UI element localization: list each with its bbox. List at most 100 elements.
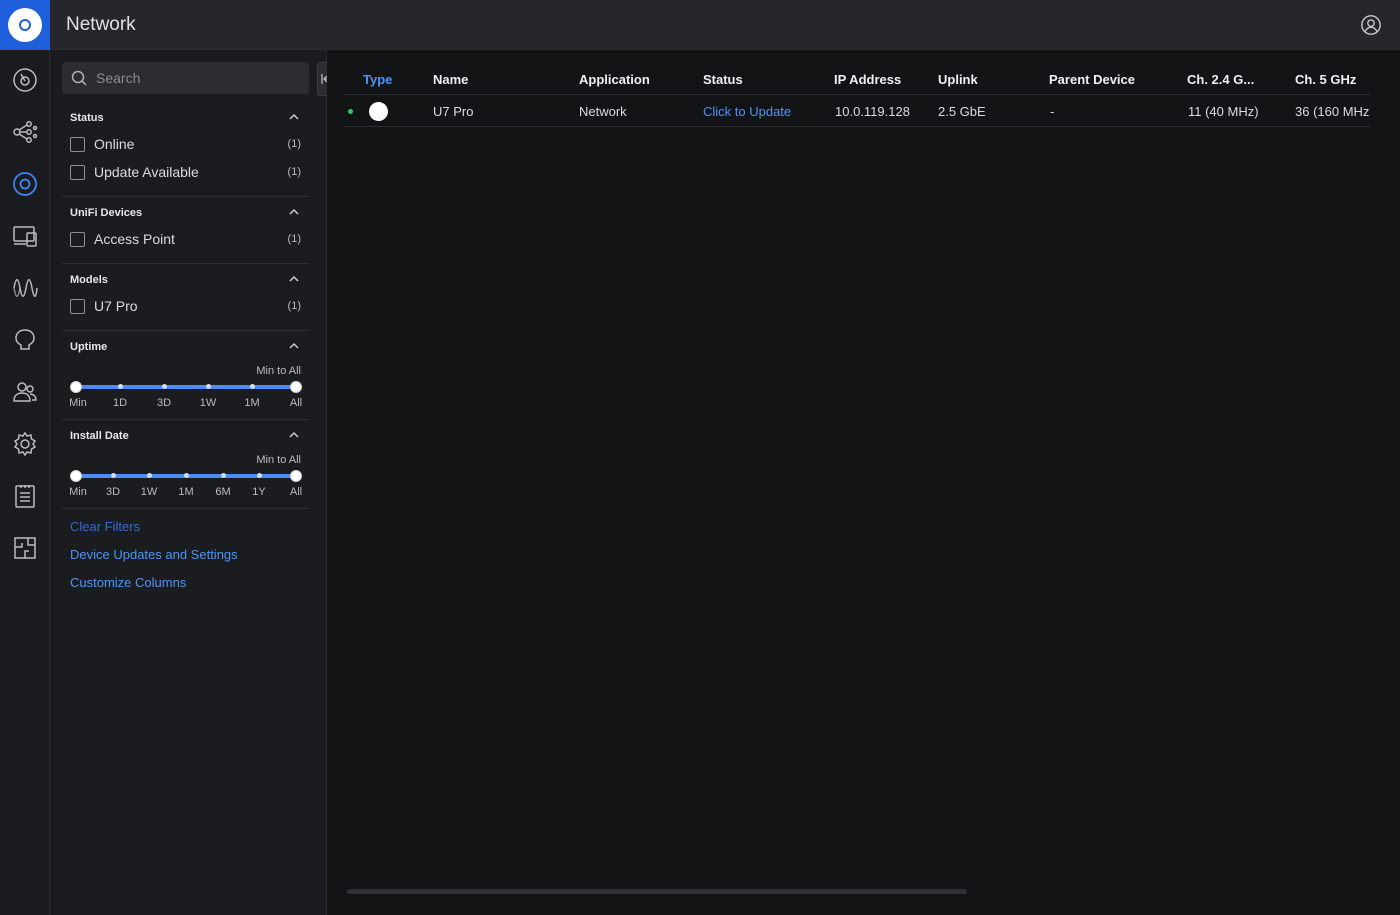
column-header-ip-address[interactable]: IP Address — [834, 72, 901, 87]
slider-min-handle[interactable] — [70, 470, 82, 482]
rail-item-settings[interactable] — [0, 424, 50, 464]
filter-option-u7-pro[interactable]: U7 Pro (1) — [70, 297, 301, 317]
click-to-update-link[interactable]: Click to Update — [703, 104, 791, 119]
unifi-logo-icon[interactable] — [0, 0, 50, 50]
divider — [62, 263, 309, 264]
tick-label: 1Y — [252, 486, 266, 498]
checkbox[interactable] — [70, 299, 85, 314]
column-header-parent-device[interactable]: Parent Device — [1049, 72, 1135, 87]
rail-item-topology[interactable] — [0, 112, 50, 152]
dashboard-icon — [13, 68, 37, 92]
table-header: Type Name Application Status IP Address … — [343, 64, 1370, 95]
tick-label: 1M — [178, 486, 194, 498]
range-note: Min to All — [256, 454, 301, 466]
cell-name: U7 Pro — [433, 104, 474, 119]
search-input[interactable] — [94, 62, 304, 94]
slider-step — [221, 473, 226, 478]
chevron-up-icon[interactable] — [287, 110, 301, 124]
admins-users-icon — [13, 382, 37, 402]
rail-item-floorplan[interactable] — [0, 528, 50, 568]
cell-ip-address: 10.0.119.128 — [835, 104, 910, 119]
logs-icon — [15, 485, 35, 508]
search-box — [62, 62, 309, 94]
cell-parent-device: - — [1050, 104, 1055, 119]
rail-item-unifi-devices[interactable] — [0, 164, 50, 204]
access-point-icon — [369, 102, 388, 121]
checkbox[interactable] — [70, 137, 85, 152]
rail-item-dashboard[interactable] — [0, 60, 50, 100]
slider-min-handle[interactable] — [70, 381, 82, 393]
customize-columns-link[interactable]: Customize Columns — [70, 575, 186, 590]
rail-item-insights[interactable] — [0, 268, 50, 308]
column-header-channel-2-4[interactable]: Ch. 2.4 G... — [1187, 72, 1254, 87]
unifi-devices-icon — [13, 172, 37, 196]
slider-step — [162, 384, 167, 389]
device-updates-settings-link[interactable]: Device Updates and Settings — [70, 547, 238, 562]
devices-table-area: Type Name Application Status IP Address … — [327, 50, 1400, 915]
tick-label: 1M — [244, 397, 260, 409]
slider-max-handle[interactable] — [290, 381, 302, 393]
slider-track — [76, 385, 296, 389]
divider — [62, 419, 309, 420]
floorplan-icon — [14, 537, 36, 559]
slider-step — [206, 384, 211, 389]
insights-icon — [13, 279, 38, 297]
app-title: Network — [66, 14, 136, 35]
slider-ticks: Min 1D 3D 1W 1M All — [69, 397, 303, 411]
rail-item-admins-users[interactable] — [0, 372, 50, 412]
tick-label: Min — [69, 397, 87, 409]
rail-item-radio-manager[interactable] — [0, 320, 50, 360]
filter-option-update-available[interactable]: Update Available (1) — [70, 163, 301, 183]
install-date-slider[interactable] — [70, 470, 302, 482]
tick-label: All — [289, 486, 303, 498]
slider-step — [147, 473, 152, 478]
filter-panel: Status Online (1) Update Available (1) U… — [50, 50, 337, 915]
cell-application: Network — [579, 104, 627, 119]
user-account-icon[interactable] — [1360, 14, 1382, 36]
option-label: U7 Pro — [94, 298, 138, 314]
chevron-up-icon[interactable] — [287, 339, 301, 353]
tick-label: 1W — [140, 486, 158, 498]
topology-icon — [13, 121, 38, 143]
tick-label: Min — [69, 486, 87, 498]
section-title: Status — [70, 112, 104, 124]
filter-option-access-point[interactable]: Access Point (1) — [70, 230, 301, 250]
tick-label: 3D — [105, 486, 121, 498]
table-row[interactable]: U7 Pro Network Click to Update 10.0.119.… — [343, 95, 1370, 127]
cell-channel-2-4: 11 (40 MHz) — [1188, 104, 1259, 119]
radio-manager-icon — [15, 329, 35, 350]
online-status-dot — [348, 109, 353, 114]
navigation-rail — [0, 50, 50, 915]
tick-label: 6M — [215, 486, 231, 498]
chevron-up-icon[interactable] — [287, 272, 301, 286]
column-header-status[interactable]: Status — [703, 72, 743, 87]
uptime-slider[interactable] — [70, 381, 302, 393]
column-header-application[interactable]: Application — [579, 72, 650, 87]
checkbox[interactable] — [70, 165, 85, 180]
clear-filters-link[interactable]: Clear Filters — [70, 519, 140, 534]
tick-label: 1D — [112, 397, 128, 409]
slider-max-handle[interactable] — [290, 470, 302, 482]
slider-step — [184, 473, 189, 478]
client-devices-icon — [13, 226, 37, 247]
column-header-name[interactable]: Name — [433, 72, 468, 87]
horizontal-scrollbar[interactable] — [347, 889, 967, 894]
checkbox[interactable] — [70, 232, 85, 247]
column-header-type[interactable]: Type — [363, 72, 392, 87]
tick-label: 3D — [156, 397, 172, 409]
tick-label: 1W — [199, 397, 217, 409]
column-header-channel-5[interactable]: Ch. 5 GHz — [1295, 72, 1356, 87]
option-count: (1) — [287, 300, 301, 312]
chevron-up-icon[interactable] — [287, 428, 301, 442]
chevron-up-icon[interactable] — [287, 205, 301, 219]
filter-option-online[interactable]: Online (1) — [70, 135, 301, 155]
section-title: Uptime — [70, 341, 108, 353]
tick-label: All — [289, 397, 303, 409]
slider-step — [250, 384, 255, 389]
rail-item-client-devices[interactable] — [0, 216, 50, 256]
cell-uplink: 2.5 GbE — [938, 104, 986, 119]
section-title: Models — [70, 274, 108, 286]
column-header-uplink[interactable]: Uplink — [938, 72, 978, 87]
slider-step — [111, 473, 116, 478]
rail-item-logs[interactable] — [0, 476, 50, 516]
